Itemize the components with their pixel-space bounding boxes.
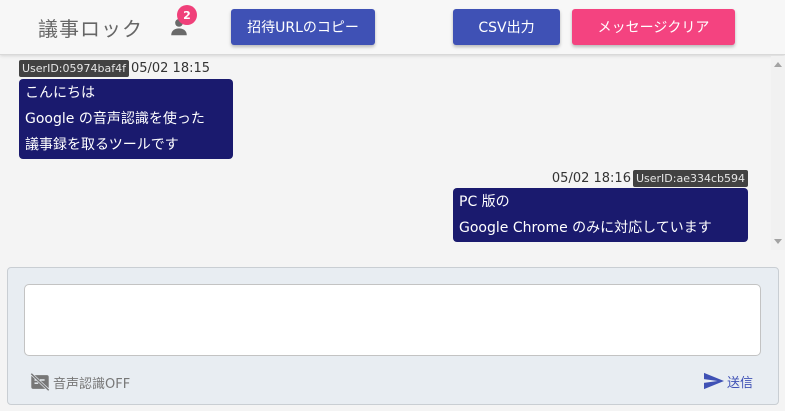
send-label: 送信 (727, 375, 754, 391)
scroll-down-arrow-icon[interactable] (774, 239, 782, 244)
copy-invite-url-button[interactable]: 招待URLのコピー (231, 9, 375, 45)
message-line: こんにちは (25, 85, 95, 101)
clear-messages-button[interactable]: メッセージクリア (572, 9, 735, 45)
message-line: Google の音声認識を使った (25, 111, 205, 127)
message-list[interactable]: UserID:05974baf4f 05/02 18:15 こんにちは Goog… (0, 56, 785, 250)
voice-recognition-toggle[interactable]: 音声認識OFF (29, 371, 130, 393)
send-icon (704, 372, 724, 390)
message-timestamp: 05/02 18:16 (551, 171, 631, 186)
app-header: 議事ロック 2 招待URLのコピー CSV出力 メッセージクリア (0, 0, 785, 55)
closed-caption-off-icon (30, 372, 50, 392)
message-timestamp: 05/02 18:15 (130, 61, 211, 76)
message-bubble: PC 版の Google Chrome のみに対応しています (453, 188, 748, 242)
message-composer: 音声認識OFF 送信 (7, 267, 779, 405)
message-line: 議事録を取るツールです (25, 137, 179, 153)
send-button[interactable]: 送信 (703, 371, 753, 391)
message-scrollbar[interactable] (771, 56, 785, 250)
csv-export-button[interactable]: CSV出力 (453, 9, 560, 45)
user-count-badge: 2 (177, 5, 197, 25)
user-id-tag: UserID:05974baf4f (19, 60, 129, 77)
message-line: Google Chrome のみに対応しています (459, 220, 712, 236)
message-meta: 05/02 18:16 UserID:ae334cb594 (552, 170, 748, 187)
message-input[interactable] (24, 284, 761, 356)
message-line: PC 版の (459, 194, 510, 210)
message-bubble: こんにちは Google の音声認識を使った 議事録を取るツールです (19, 79, 233, 159)
voice-recognition-label: 音声認識OFF (53, 376, 131, 392)
scroll-up-arrow-icon[interactable] (774, 62, 782, 67)
app-title: 議事ロック (38, 17, 143, 41)
user-id-tag: UserID:ae334cb594 (632, 170, 748, 187)
message-meta: UserID:05974baf4f 05/02 18:15 (19, 60, 210, 77)
